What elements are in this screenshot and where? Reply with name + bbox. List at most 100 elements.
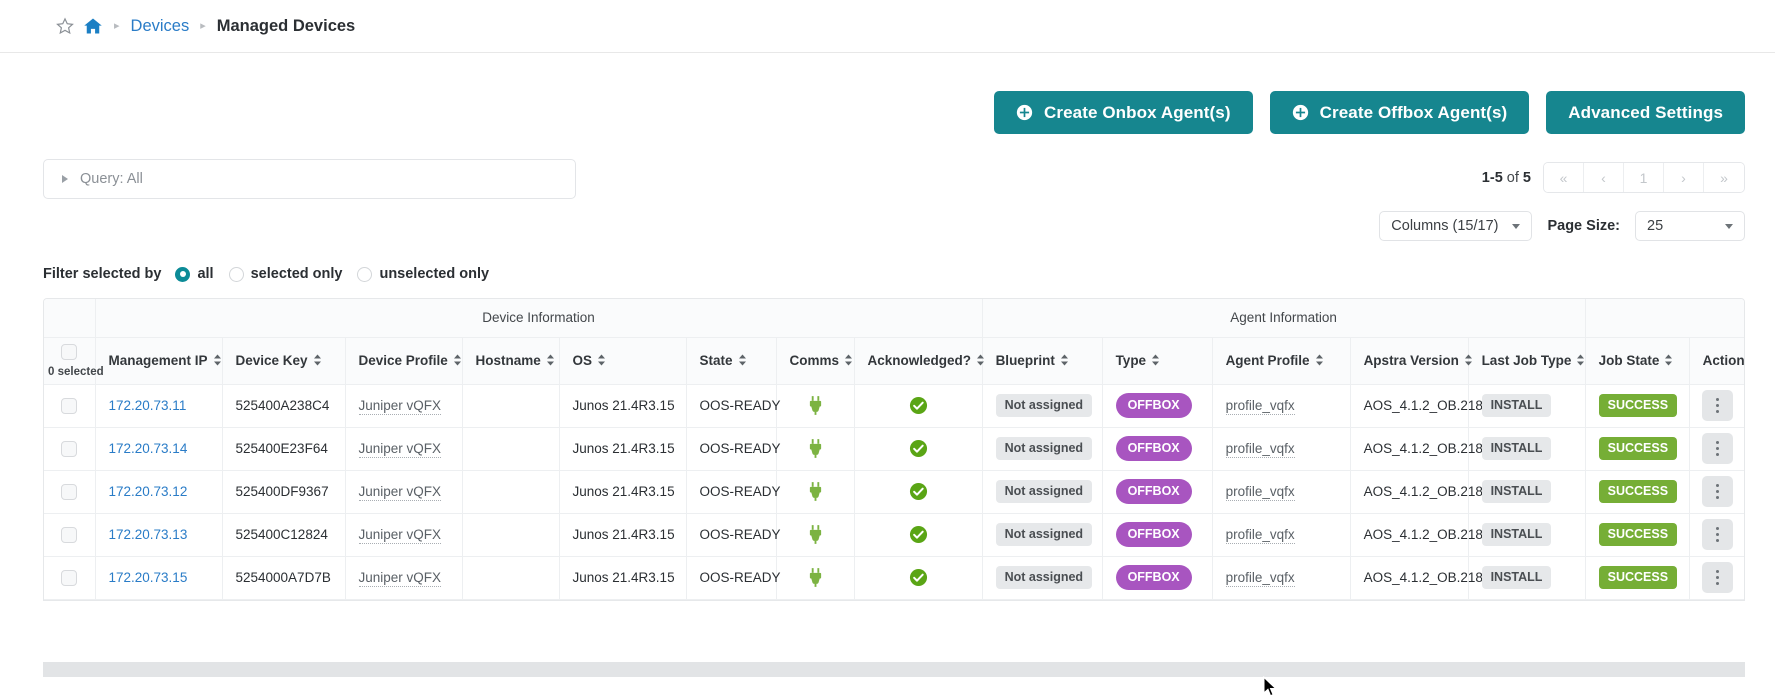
sort-icon[interactable] (597, 354, 606, 369)
agent-profile-link[interactable]: profile_vqfx (1225, 527, 1295, 544)
breadcrumb-link-devices[interactable]: Devices (131, 17, 190, 36)
filter-radio-all[interactable]: all (175, 266, 214, 282)
column-header-apstra-version[interactable]: Apstra Version (1350, 337, 1472, 385)
plus-circle-icon (1292, 104, 1309, 121)
create-offbox-agents-button[interactable]: Create Offbox Agent(s) (1269, 91, 1530, 134)
column-label: Apstra Version (1363, 353, 1459, 368)
device-profile-link[interactable]: Juniper vQFX (358, 398, 442, 415)
sort-icon[interactable] (313, 354, 322, 369)
row-actions-menu-button[interactable] (1702, 390, 1734, 421)
column-header-device-profile[interactable]: Device Profile (345, 337, 463, 385)
cell-last-job-type: INSTALL (1468, 384, 1586, 428)
management-ip-link[interactable]: 172.20.73.13 (109, 527, 188, 542)
cell-type: OFFBOX (1102, 470, 1213, 514)
cell-type: OFFBOX (1102, 427, 1213, 471)
page-size-selector[interactable]: 25 (1635, 211, 1745, 241)
management-ip-link[interactable]: 172.20.73.11 (109, 398, 187, 413)
column-label: Type (1115, 353, 1147, 368)
management-ip-link[interactable]: 172.20.73.15 (109, 570, 188, 585)
filter-radio-unselected-only[interactable]: unselected only (357, 266, 489, 282)
column-header-comms[interactable]: Comms (776, 337, 855, 385)
cell-comms (776, 470, 855, 514)
sort-icon[interactable] (1464, 354, 1473, 369)
agent-profile-link[interactable]: profile_vqfx (1225, 398, 1295, 415)
column-header-management-ip[interactable]: Management IP (95, 337, 223, 385)
cell-apstra-version: AOS_4.1.2_OB.218 (1350, 556, 1483, 600)
table-row[interactable]: 172.20.73.12 525400DF9367 Juniper vQFX Juno… (44, 470, 1744, 514)
sort-icon[interactable] (1315, 354, 1324, 369)
pagination-of: of (1506, 169, 1519, 186)
row-select-checkbox[interactable] (61, 483, 78, 500)
device-profile-link[interactable]: Juniper vQFX (358, 570, 442, 587)
device-profile-link[interactable]: Juniper vQFX (358, 441, 442, 458)
agent-profile-link[interactable]: profile_vqfx (1225, 484, 1295, 501)
table-row[interactable]: 172.20.73.15 5254000A7D7B Juniper vQFX Juno… (44, 556, 1744, 600)
horizontal-scrollbar[interactable] (43, 662, 1745, 677)
cell-management-ip: 172.20.73.15 (95, 556, 223, 600)
cell-hostname (462, 513, 560, 557)
pagination-page-1-button[interactable]: 1 (1624, 163, 1664, 192)
columns-selector[interactable]: Columns (15/17) (1379, 211, 1533, 241)
chevron-right-icon (62, 175, 68, 183)
radio-icon[interactable] (228, 266, 244, 282)
row-select-checkbox[interactable] (61, 440, 78, 457)
row-actions-menu-button[interactable] (1702, 562, 1734, 593)
column-header-blueprint[interactable]: Blueprint (982, 337, 1103, 385)
sort-icon[interactable] (738, 354, 747, 369)
row-select-checkbox[interactable] (61, 569, 78, 586)
pagination-next-button[interactable]: › (1664, 163, 1704, 192)
sort-icon[interactable] (546, 354, 555, 369)
pagination-last-button[interactable]: » (1704, 163, 1744, 192)
agent-profile-link[interactable]: profile_vqfx (1225, 570, 1295, 587)
radio-icon[interactable] (357, 266, 373, 282)
advanced-settings-button[interactable]: Advanced Settings (1546, 91, 1745, 134)
sort-icon[interactable] (1664, 354, 1673, 369)
create-onbox-agents-button[interactable]: Create Onbox Agent(s) (994, 91, 1253, 134)
radio-icon[interactable] (175, 266, 191, 282)
management-ip-link[interactable]: 172.20.73.14 (109, 441, 188, 456)
table-row[interactable]: 172.20.73.11 525400A238C4 Juniper vQFX Juno… (44, 384, 1744, 428)
column-header-type[interactable]: Type (1102, 337, 1213, 385)
device-profile-link[interactable]: Juniper vQFX (358, 484, 442, 501)
column-header-last-job-type[interactable]: Last Job Type (1468, 337, 1586, 385)
management-ip-link[interactable]: 172.20.73.12 (109, 484, 188, 499)
horizontal-scrollbar-thumb[interactable] (43, 662, 1745, 677)
sort-icon[interactable] (453, 354, 462, 369)
select-all-checkbox[interactable] (61, 343, 78, 360)
check-circle-icon (855, 396, 982, 415)
column-header-device-key[interactable]: Device Key (222, 337, 346, 385)
sort-icon[interactable] (1060, 354, 1069, 369)
sort-icon[interactable] (213, 354, 222, 369)
columns-selector-label: Columns (15/17) (1391, 218, 1499, 234)
row-actions-menu-button[interactable] (1702, 519, 1734, 550)
pagination-first-button[interactable]: « (1544, 163, 1584, 192)
filter-radio-selected-only[interactable]: selected only (228, 266, 342, 282)
sort-icon[interactable] (976, 354, 985, 369)
row-actions-menu-button[interactable] (1702, 476, 1734, 507)
row-select-cell (44, 556, 96, 600)
column-header-agent-profile[interactable]: Agent Profile (1212, 337, 1351, 385)
cell-comms (776, 556, 855, 600)
column-header-acknowledged[interactable]: Acknowledged? (854, 337, 985, 385)
pagination-prev-button[interactable]: ‹ (1584, 163, 1624, 192)
home-icon[interactable] (83, 16, 103, 36)
row-select-checkbox[interactable] (61, 526, 78, 543)
table-row[interactable]: 172.20.73.14 525400E23F64 Juniper vQFX Juno… (44, 427, 1744, 471)
query-filter-bar[interactable]: Query: All (43, 159, 576, 199)
column-header-state[interactable]: State (686, 337, 777, 385)
device-profile-link[interactable]: Juniper vQFX (358, 527, 442, 544)
cell-management-ip: 172.20.73.13 (95, 513, 223, 557)
table-row[interactable]: 172.20.73.13 525400C12824 Juniper vQFX Juno… (44, 513, 1744, 557)
column-header-job-state[interactable]: Job State (1585, 337, 1690, 385)
sort-icon[interactable] (1576, 354, 1585, 369)
row-actions-menu-button[interactable] (1702, 433, 1734, 464)
agent-profile-link[interactable]: profile_vqfx (1225, 441, 1295, 458)
favorite-star-icon[interactable] (56, 17, 74, 35)
cell-management-ip: 172.20.73.12 (95, 470, 223, 514)
sort-icon[interactable] (1151, 354, 1160, 369)
column-header-os[interactable]: OS (559, 337, 687, 385)
sort-icon[interactable] (844, 354, 853, 369)
column-header-hostname[interactable]: Hostname (462, 337, 560, 385)
cell-os: Junos 21.4R3.15 (559, 427, 687, 471)
row-select-checkbox[interactable] (61, 397, 78, 414)
